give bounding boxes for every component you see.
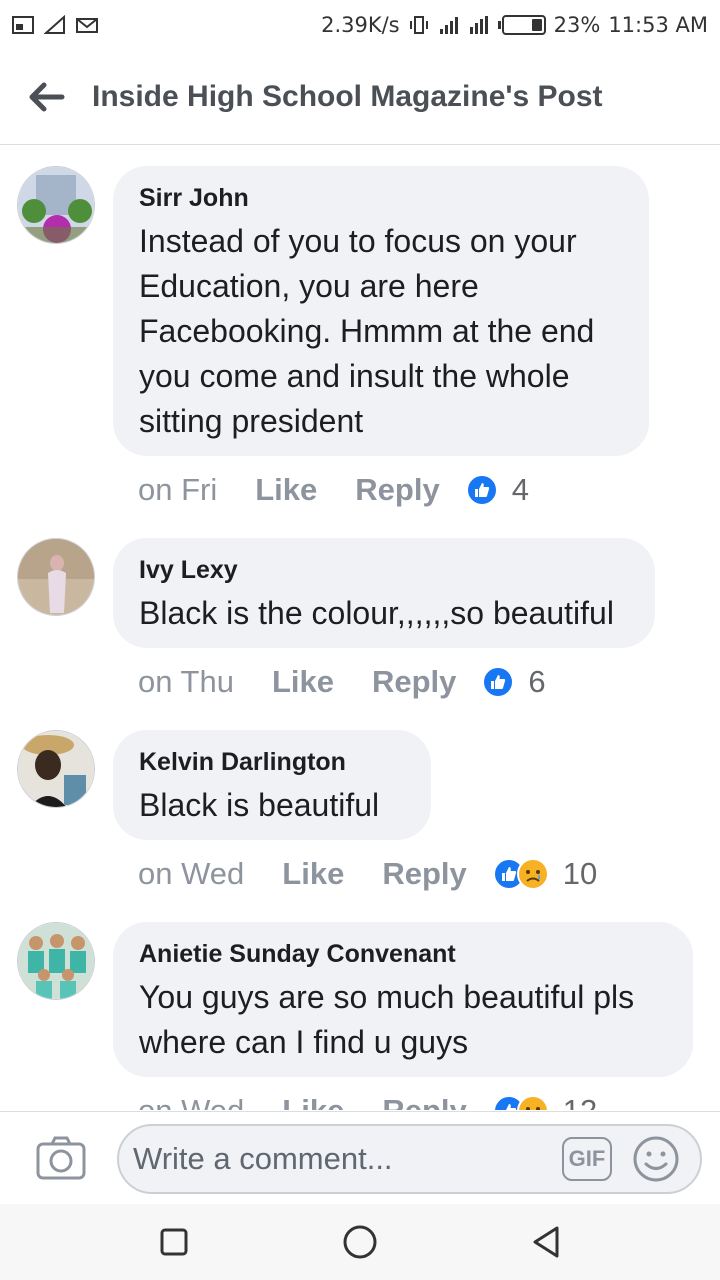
reactions-summary[interactable]: 10 [492, 856, 598, 892]
page-title: Inside High School Magazine's Post [92, 80, 603, 113]
comment-time[interactable]: on Wed [138, 1093, 244, 1110]
comment-composer: Write a comment... GIF [0, 1111, 720, 1204]
network-speed: 2.39K/s [321, 13, 400, 37]
circle-icon [343, 1225, 377, 1259]
reaction-count: 12 [563, 1093, 597, 1110]
vibrate-icon [409, 16, 428, 34]
triangle-back-icon [533, 1226, 559, 1258]
sad-reaction-icon [516, 1095, 549, 1110]
home-button[interactable] [342, 1224, 378, 1260]
comment-input-placeholder: Write a comment... [133, 1141, 393, 1176]
like-reaction-icon [482, 666, 515, 698]
status-system: 2.39K/s 23% 11:53 AM [321, 13, 708, 37]
comment-bubble[interactable]: Sirr John Instead of you to focus on you… [113, 166, 649, 456]
avatar-image [18, 539, 94, 615]
comments-list[interactable]: Sirr John Instead of you to focus on you… [0, 146, 720, 1110]
reaction-count: 6 [528, 664, 546, 699]
comment-bubble[interactable]: Anietie Sunday Convenant You guys are so… [113, 922, 693, 1077]
comment-text: Instead of you to focus on your Educatio… [139, 223, 595, 439]
comment-time[interactable]: on Thu [138, 664, 234, 700]
comment-text: Black is the colour,,,,,,so beautiful [139, 595, 614, 631]
avatar[interactable] [17, 730, 95, 808]
back-button[interactable] [0, 50, 92, 145]
gif-button[interactable]: GIF [562, 1137, 612, 1181]
avatar[interactable] [17, 166, 95, 244]
like-button[interactable]: Like [282, 856, 344, 892]
comment-text: You guys are so much beautiful pls where… [139, 979, 635, 1060]
battery-percent: 23% [553, 13, 601, 37]
comment-text: Black is beautiful [139, 787, 380, 823]
signal-off-icon [44, 15, 65, 34]
comment-actions: on Wed Like Reply 12 [138, 1093, 597, 1110]
avatar-image [18, 923, 94, 999]
reply-button[interactable]: Reply [382, 1093, 466, 1110]
reactions-summary[interactable]: 6 [482, 664, 546, 700]
comment-author[interactable]: Sirr John [139, 184, 623, 213]
comment-actions: on Thu Like Reply 6 [138, 664, 546, 700]
reaction-count: 4 [511, 472, 529, 507]
like-button[interactable]: Like [255, 472, 317, 508]
system-nav-bar [0, 1204, 720, 1280]
comment-bubble[interactable]: Kelvin Darlington Black is beautiful [113, 730, 431, 840]
mail-icon [76, 18, 98, 33]
comment-author[interactable]: Kelvin Darlington [139, 748, 405, 777]
signal-h-plus-icon [469, 16, 488, 34]
reply-button[interactable]: Reply [355, 472, 439, 508]
emoji-button[interactable] [632, 1135, 680, 1183]
status-notifications [12, 15, 98, 35]
recents-button[interactable] [156, 1224, 192, 1260]
reply-button[interactable]: Reply [382, 856, 466, 892]
reactions-summary[interactable]: 4 [465, 472, 529, 508]
signal-icon [439, 17, 458, 34]
like-reaction-icon [465, 474, 498, 506]
like-button[interactable]: Like [272, 664, 334, 700]
post-header: Inside High School Magazine's Post [0, 50, 720, 145]
comment-actions: on Wed Like Reply 10 [138, 856, 597, 892]
square-icon [160, 1228, 188, 1256]
screenshot-icon [12, 16, 34, 34]
avatar-image [18, 731, 94, 807]
battery-icon [497, 15, 546, 35]
reaction-count: 10 [562, 856, 598, 891]
comment-author[interactable]: Ivy Lexy [139, 556, 629, 585]
camera-button[interactable] [36, 1136, 86, 1182]
comment-time[interactable]: on Wed [138, 856, 244, 892]
clock: 11:53 AM [608, 13, 708, 37]
back-nav-button[interactable] [528, 1224, 564, 1260]
camera-icon [36, 1136, 86, 1180]
comment-time[interactable]: on Fri [138, 472, 217, 508]
comment-actions: on Fri Like Reply 4 [138, 472, 529, 508]
comment-bubble[interactable]: Ivy Lexy Black is the colour,,,,,,so bea… [113, 538, 655, 648]
back-arrow-icon [29, 82, 65, 112]
comment-author[interactable]: Anietie Sunday Convenant [139, 940, 667, 969]
avatar[interactable] [17, 538, 95, 616]
reply-button[interactable]: Reply [372, 664, 456, 700]
comment-input[interactable]: Write a comment... GIF [117, 1124, 702, 1194]
status-bar: 2.39K/s 23% 11:53 AM [0, 0, 720, 50]
avatar-image [18, 167, 94, 243]
emoji-icon [633, 1136, 679, 1182]
sad-reaction-icon [516, 858, 549, 890]
avatar[interactable] [17, 922, 95, 1000]
reactions-summary[interactable]: 12 [492, 1093, 597, 1110]
like-button[interactable]: Like [282, 1093, 344, 1110]
